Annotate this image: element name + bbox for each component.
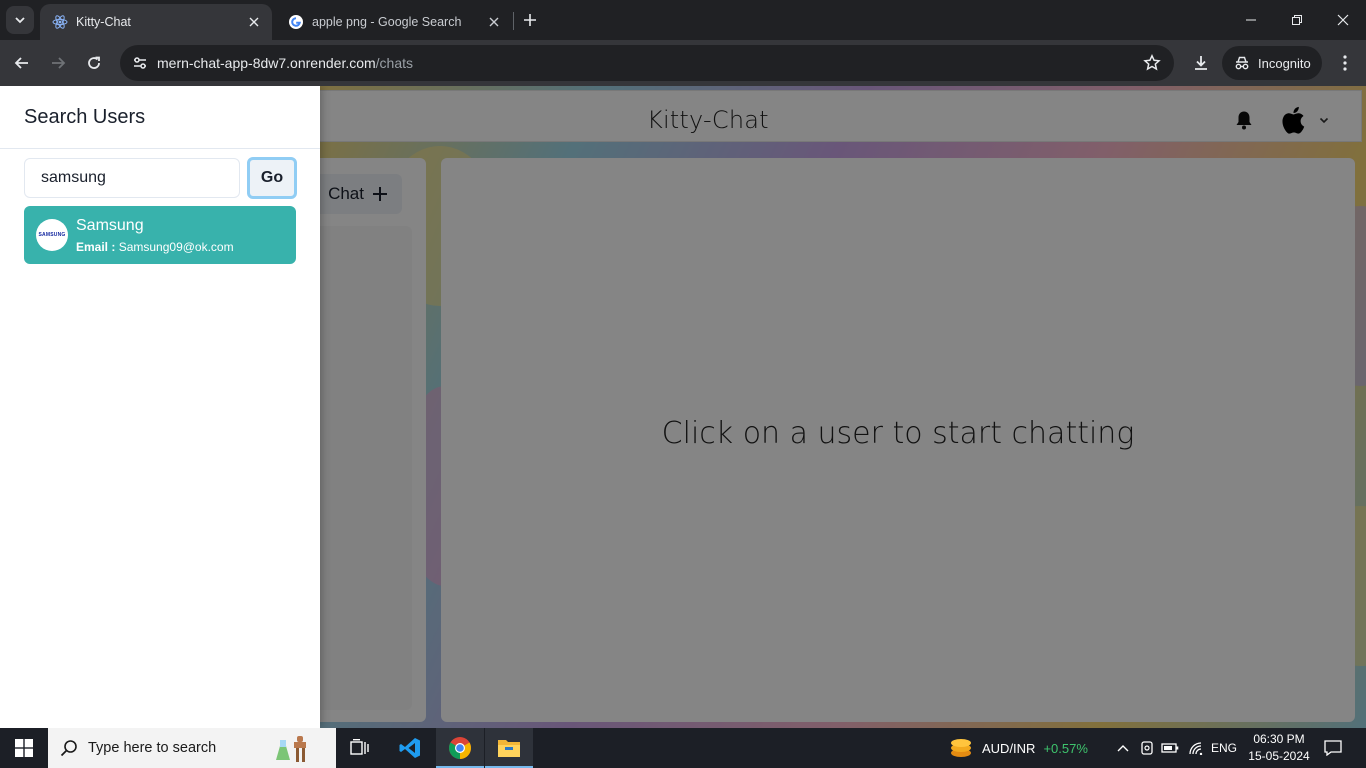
chrome-icon	[449, 737, 471, 759]
tab-google-search[interactable]: apple png - Google Search	[276, 4, 512, 40]
input-language-indicator[interactable]: ENG	[1211, 741, 1237, 755]
chrome-taskbar-button[interactable]	[436, 728, 484, 768]
minimize-button[interactable]	[1228, 0, 1274, 40]
incognito-label: Incognito	[1258, 55, 1311, 71]
url-path: /chats	[375, 55, 414, 71]
notification-center-button[interactable]	[1318, 728, 1348, 768]
email-value: Samsung09@ok.com	[118, 240, 234, 254]
search-result-item[interactable]: SAMSUNG Samsung Email : Samsung09@ok.com	[24, 206, 296, 264]
email-label: Email :	[76, 240, 116, 254]
incognito-icon	[1235, 56, 1249, 70]
reload-button[interactable]	[80, 49, 108, 77]
downloads-button[interactable]	[1187, 49, 1215, 77]
close-icon	[1337, 14, 1349, 26]
drawer-header: Search Users	[0, 86, 320, 149]
restore-button[interactable]	[1274, 0, 1320, 40]
folder-icon	[498, 740, 520, 757]
tab-title: Kitty-Chat	[76, 15, 131, 29]
restore-icon	[1292, 15, 1302, 25]
show-hidden-icons-button[interactable]	[1114, 728, 1132, 768]
file-explorer-taskbar-button[interactable]	[485, 728, 533, 768]
tune-icon	[134, 57, 146, 69]
windows-taskbar: Type here to search AUD/INR +0.57% ENG 0…	[0, 728, 1366, 768]
system-clock[interactable]: 06:30 PM 15-05-2024	[1244, 731, 1314, 765]
search-users-input[interactable]	[24, 158, 240, 198]
ticker-symbol: AUD/INR	[982, 740, 1036, 756]
ticker-widget[interactable]: AUD/INR +0.57%	[948, 728, 1088, 768]
plus-icon	[524, 14, 536, 26]
search-highlight-illustration	[276, 736, 306, 762]
chevron-up-icon	[1117, 745, 1129, 752]
back-button[interactable]	[8, 49, 36, 77]
forward-button[interactable]	[44, 49, 72, 77]
minimize-icon	[1246, 19, 1256, 21]
search-users-drawer: Search Users Go SAMSUNG Samsung Email : …	[0, 86, 320, 728]
incognito-indicator[interactable]: Incognito	[1222, 46, 1322, 80]
tab-search-button[interactable]	[6, 6, 34, 34]
arrow-right-icon	[52, 57, 66, 69]
chevron-down-icon	[15, 17, 25, 24]
start-button[interactable]	[0, 728, 48, 768]
tab-title: apple png - Google Search	[312, 15, 462, 29]
address-bar[interactable]: mern-chat-app-8dw7.onrender.com/chats	[120, 45, 1174, 81]
page-viewport: Kitty-Chat Chat Click on a user to start…	[0, 86, 1366, 728]
coins-icon	[951, 739, 971, 757]
windows-logo-icon	[15, 739, 33, 757]
site-info-button[interactable]	[126, 49, 154, 77]
clock-time: 06:30 PM	[1253, 732, 1305, 746]
battery-icon[interactable]	[1160, 728, 1180, 768]
result-user-email: Email : Samsung09@ok.com	[76, 240, 234, 254]
notification-center-icon	[1324, 740, 1342, 756]
close-tab-icon[interactable]	[486, 14, 502, 30]
search-icon	[60, 740, 77, 757]
url-text: mern-chat-app-8dw7.onrender.com/chats	[157, 55, 413, 71]
react-icon	[52, 14, 68, 30]
arrow-left-icon	[14, 57, 28, 69]
task-view-icon	[350, 739, 369, 755]
browser-toolbar: mern-chat-app-8dw7.onrender.com/chats In…	[0, 40, 1366, 86]
tab-kitty-chat[interactable]: Kitty-Chat	[40, 4, 272, 40]
vscode-icon	[399, 738, 420, 758]
more-vertical-icon	[1343, 55, 1347, 71]
tab-divider	[513, 12, 514, 30]
bookmark-star-icon[interactable]	[1142, 53, 1162, 73]
ticker-change: +0.57%	[1043, 740, 1088, 756]
google-icon	[288, 14, 304, 30]
url-host: mern-chat-app-8dw7.onrender.com	[157, 55, 376, 71]
result-user-name: Samsung	[76, 217, 144, 234]
download-icon	[1195, 56, 1207, 70]
reload-icon	[88, 56, 100, 69]
close-window-button[interactable]	[1320, 0, 1366, 40]
clock-date: 15-05-2024	[1248, 749, 1310, 763]
task-view-button[interactable]	[336, 728, 384, 768]
browser-tab-strip: Kitty-Chat apple png - Google Search	[0, 0, 1366, 40]
taskbar-search-box[interactable]: Type here to search	[48, 728, 336, 768]
taskbar-search-placeholder: Type here to search	[88, 740, 217, 756]
go-button[interactable]: Go	[247, 157, 297, 199]
close-tab-icon[interactable]	[246, 14, 262, 30]
new-tab-button[interactable]	[518, 8, 542, 32]
chrome-menu-button[interactable]	[1331, 49, 1359, 77]
meet-now-icon[interactable]	[1138, 728, 1156, 768]
vscode-taskbar-button[interactable]	[386, 728, 434, 768]
user-avatar: SAMSUNG	[36, 219, 68, 251]
network-icon[interactable]	[1186, 728, 1206, 768]
drawer-title: Search Users	[24, 106, 146, 128]
